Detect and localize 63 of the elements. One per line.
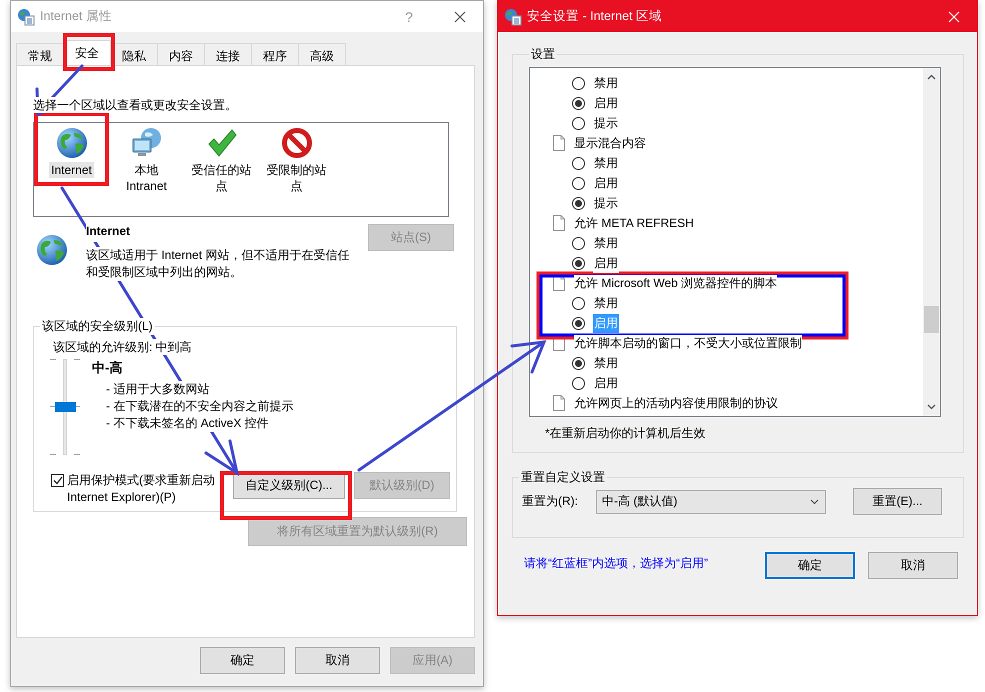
document-icon [553, 395, 565, 411]
scrollbar-thumb[interactable] [924, 306, 939, 333]
reset-dropdown[interactable]: 中-高 (默认值) [596, 490, 826, 514]
radio-button[interactable] [572, 236, 585, 250]
radio-button[interactable] [572, 296, 585, 310]
group-label: 该区域的安全级别(L) [40, 318, 155, 335]
setting-name: 允许 META REFRESH [574, 214, 694, 232]
globe-icon [36, 234, 68, 266]
radio-button[interactable] [572, 196, 585, 210]
globe-icon [56, 127, 88, 159]
group-label: 重置自定义设置 [520, 469, 606, 486]
annotation-frame [63, 33, 115, 71]
prohibited-icon [280, 127, 312, 159]
window-title: 安全设置 - Internet 区域 [527, 8, 663, 25]
setting-name: 显示混合内容 [574, 134, 646, 152]
window-title: Internet 属性 [40, 8, 113, 25]
level-slider[interactable] [50, 359, 80, 455]
dialog-button[interactable]: 取消 [295, 647, 380, 674]
document-icon [553, 135, 565, 151]
instruction-text: 请将“红蓝框”内选项，选择为“启用” [524, 555, 709, 572]
radio-button[interactable] [572, 176, 585, 190]
radio-button[interactable] [572, 256, 585, 270]
zone-name: Internet [86, 224, 130, 242]
radio-button[interactable] [572, 316, 585, 330]
setting-name: 允许脚本启动的窗口，不受大小或位置限制 [574, 334, 802, 352]
dialog-button[interactable]: 确定 [200, 647, 285, 674]
field-label: 重置为(R): [522, 493, 579, 510]
tab[interactable]: 常规 [16, 43, 64, 65]
document-icon [553, 215, 565, 231]
computer-globe-icon [130, 127, 162, 159]
level-description: - 适用于大多数网站 [106, 381, 210, 398]
scroll-up-icon[interactable] [927, 74, 936, 80]
radio-button[interactable] [572, 96, 585, 110]
level-description: - 在下载潜在的不安全内容之前提示 [106, 398, 294, 415]
note-text: *在重新启动你的计算机后生效 [545, 425, 707, 441]
radio-button[interactable] [572, 156, 585, 170]
scrollbar[interactable] [923, 68, 940, 416]
checkbox-label: 启用保护模式(要求重新启动 Internet Explorer)(P) [67, 472, 216, 506]
zone-item[interactable]: 受限制的站点 [262, 162, 332, 194]
zone-item[interactable]: Internet [49, 162, 94, 178]
app-icon [504, 8, 522, 26]
radio-button[interactable] [572, 76, 585, 90]
setting-name: 允许网页上的活动内容使用限制的协议 [574, 394, 778, 412]
radio-button[interactable] [572, 356, 585, 370]
radio-button[interactable] [572, 116, 585, 130]
zone-item[interactable]: 本地 Intranet [112, 162, 182, 194]
dialog-button[interactable]: 取消 [868, 552, 958, 579]
radio-button[interactable] [572, 376, 585, 390]
option-label[interactable]: 启用 [593, 254, 619, 272]
checkmark-icon [206, 127, 238, 159]
scroll-down-icon[interactable] [927, 404, 936, 410]
caret-icon [810, 498, 819, 504]
dialog-button[interactable]: 确定 [765, 552, 855, 579]
setting-name: 允许 Microsoft Web 浏览器控件的脚本 [574, 274, 778, 292]
level-description: - 不下载未签名的 ActiveX 控件 [106, 415, 269, 432]
zone-item[interactable]: 受信任的站点 [186, 162, 256, 194]
allowed-level-text: 该区域的允许级别: 中到高 [53, 339, 192, 355]
group-label: 设置 [530, 46, 556, 63]
tab[interactable]: 高级 [298, 43, 346, 65]
checkbox[interactable] [51, 474, 64, 487]
reset-button[interactable]: 重置(E)... [853, 488, 942, 515]
tab[interactable]: 连接 [204, 43, 252, 65]
app-icon [17, 8, 35, 26]
